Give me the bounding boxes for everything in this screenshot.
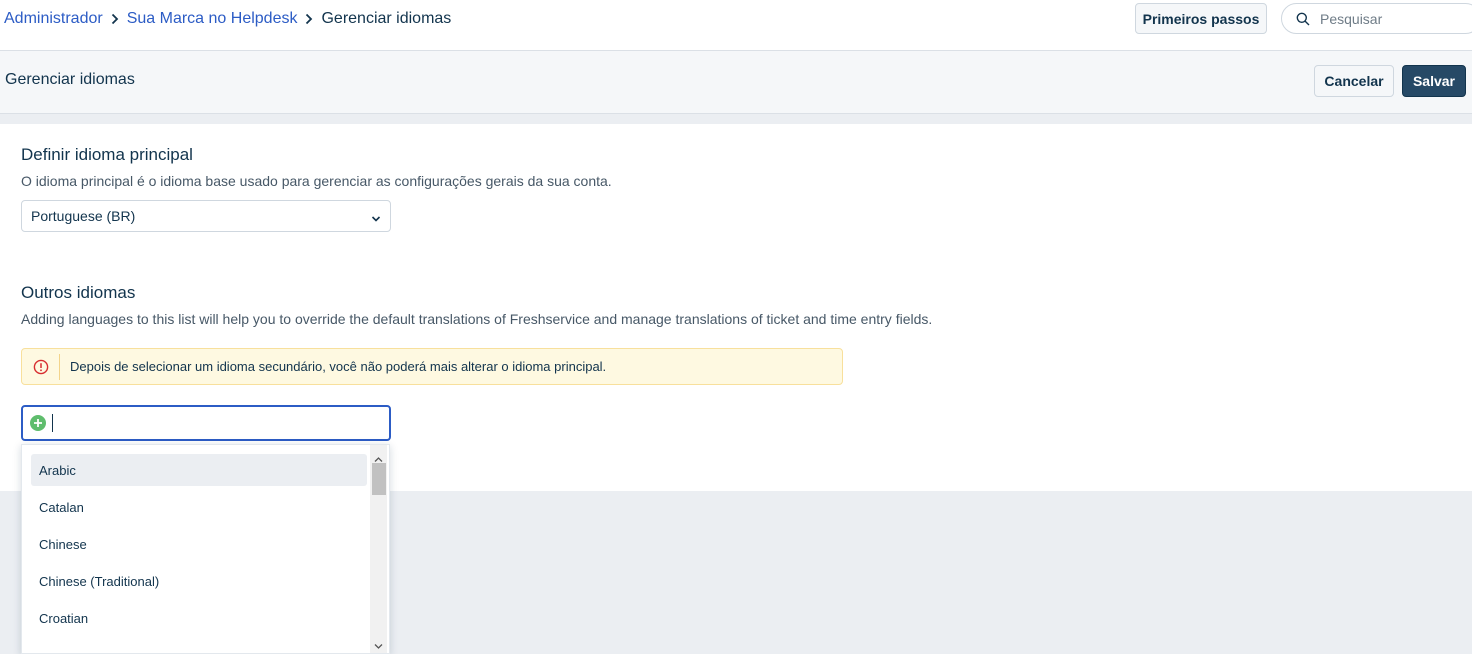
breadcrumb-administrador[interactable]: Administrador	[4, 10, 103, 28]
page-header: Gerenciar idiomas Cancelar Salvar	[0, 51, 1472, 114]
other-languages-title: Outros idiomas	[21, 283, 136, 302]
add-language-input[interactable]	[21, 405, 391, 441]
chevron-right-icon	[111, 13, 119, 25]
cancel-button[interactable]: Cancelar	[1314, 65, 1394, 97]
dropdown-scrollbar[interactable]	[370, 445, 387, 653]
save-button[interactable]: Salvar	[1402, 65, 1466, 97]
primary-language-description: O idioma principal é o idioma base usado…	[21, 173, 612, 189]
primary-language-title: Definir idioma principal	[21, 145, 193, 164]
alert-circle-icon	[22, 348, 59, 385]
chevron-right-icon	[305, 13, 313, 25]
option-chinese[interactable]: Chinese	[31, 528, 367, 560]
primary-language-value: Portuguese (BR)	[31, 208, 136, 224]
breadcrumb-sua-marca[interactable]: Sua Marca no Helpdesk	[127, 10, 298, 28]
first-steps-button[interactable]: Primeiros passos	[1135, 3, 1267, 34]
other-languages-description: Adding languages to this list will help …	[21, 311, 933, 327]
search-input[interactable]	[1318, 9, 1472, 28]
warning-text: Depois de selecionar um idioma secundári…	[70, 359, 607, 374]
breadcrumb-current: Gerenciar idiomas	[321, 10, 452, 27]
primary-language-select[interactable]: Portuguese (BR)	[21, 200, 391, 232]
alert-divider	[59, 353, 60, 380]
scrollbar-thumb[interactable]	[372, 463, 386, 495]
text-caret	[52, 414, 53, 432]
plus-circle-icon	[30, 415, 46, 431]
chevron-down-icon[interactable]	[374, 637, 383, 653]
search-box[interactable]	[1281, 3, 1472, 34]
option-chinese-traditional[interactable]: Chinese (Traditional)	[31, 565, 367, 597]
option-arabic[interactable]: Arabic	[31, 454, 367, 486]
language-options-dropdown: Arabic Catalan Chinese Chinese (Traditio…	[21, 444, 390, 654]
chevron-down-icon	[371, 211, 381, 227]
content-panel: Definir idioma principal O idioma princi…	[0, 124, 1472, 491]
top-bar: Administrador Sua Marca no Helpdesk Gere…	[0, 0, 1472, 51]
option-croatian[interactable]: Croatian	[31, 602, 367, 634]
option-catalan[interactable]: Catalan	[31, 491, 367, 523]
search-icon	[1296, 12, 1310, 26]
warning-alert: Depois de selecionar um idioma secundári…	[21, 348, 843, 385]
breadcrumb: Administrador Sua Marca no Helpdesk Gere…	[4, 9, 451, 29]
page-title: Gerenciar idiomas	[5, 71, 135, 88]
